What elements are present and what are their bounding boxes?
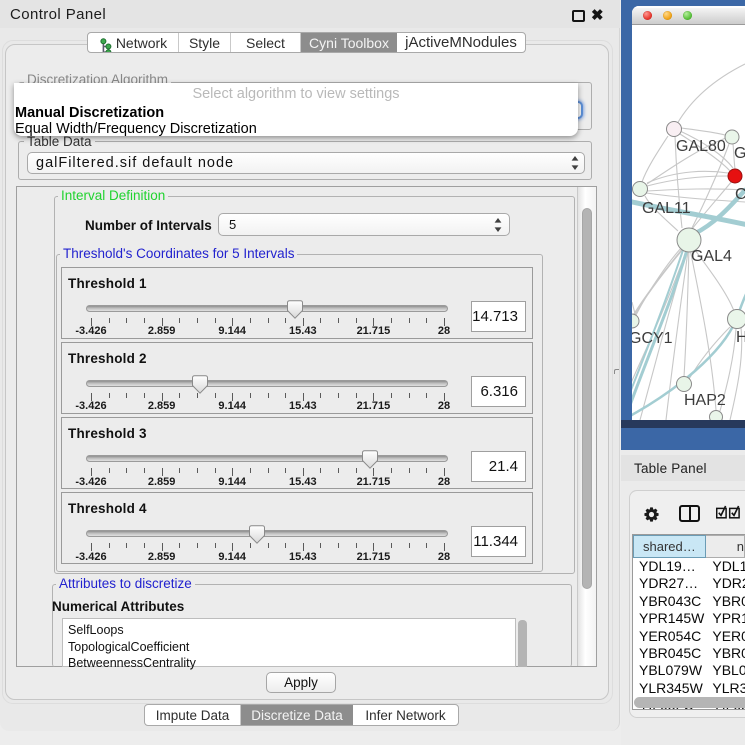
svg-text:GAL80: GAL80 xyxy=(676,138,726,155)
svg-text:GAL4: GAL4 xyxy=(691,248,732,265)
svg-text:C: C xyxy=(735,186,745,203)
svg-text:HAP2: HAP2 xyxy=(684,392,726,409)
svg-text:G.: G. xyxy=(734,145,745,162)
svg-text:H: H xyxy=(736,329,745,346)
svg-text:GCY1: GCY1 xyxy=(632,330,673,347)
svg-text:GAL11: GAL11 xyxy=(642,200,691,217)
